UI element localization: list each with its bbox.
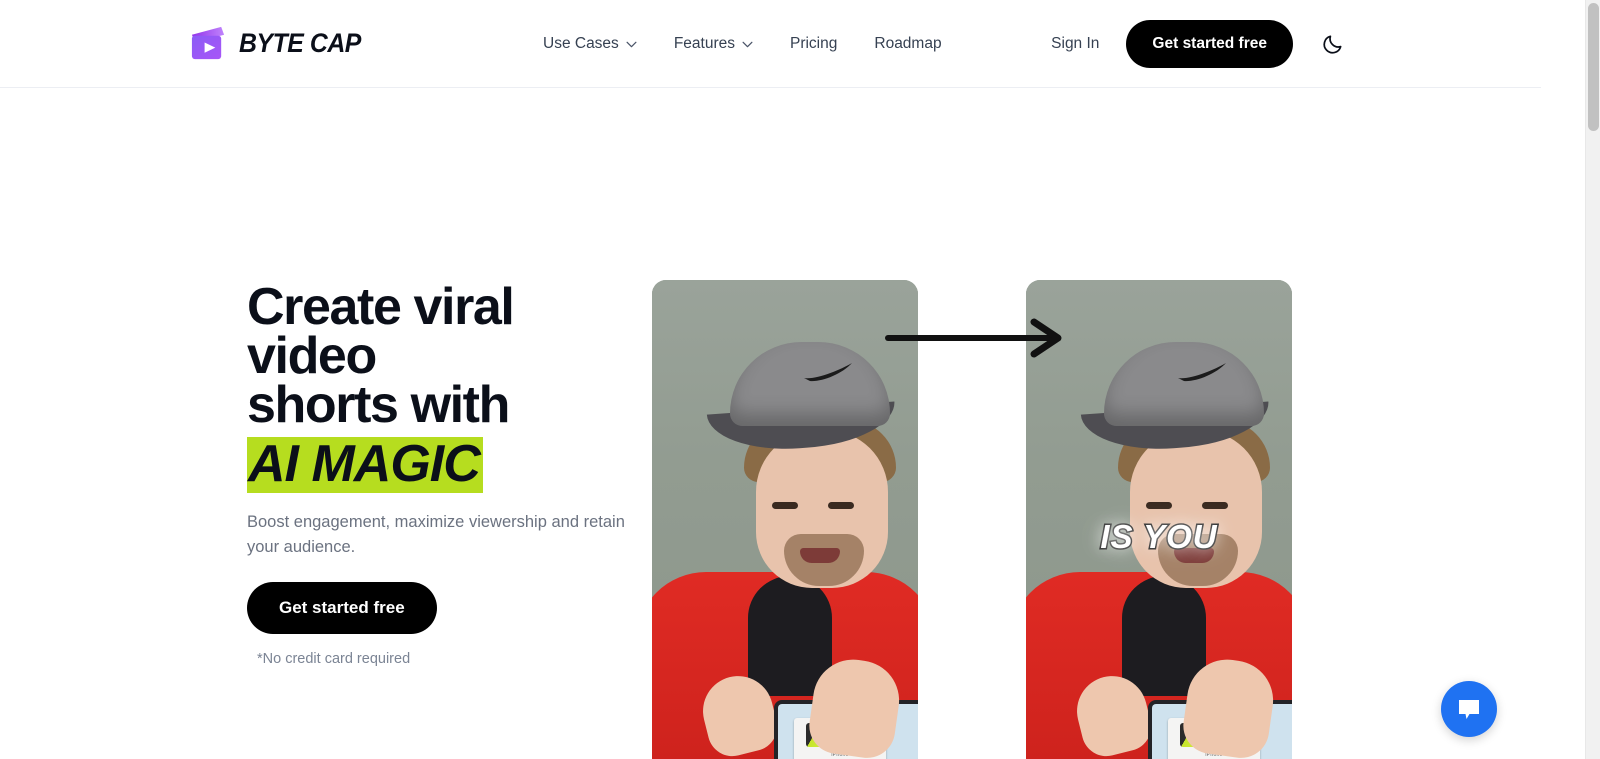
browser-viewport: BYTE CAP Use Cases Features Pricing Road… bbox=[0, 0, 1600, 759]
sign-in-link[interactable]: Sign In bbox=[1051, 35, 1099, 53]
swoosh-logo-icon bbox=[1178, 363, 1226, 382]
hero-title-highlight: AI MAGIC bbox=[247, 437, 483, 493]
scene-eye-right bbox=[828, 502, 854, 509]
scene-mouth bbox=[800, 548, 840, 563]
nav-item-features[interactable]: Features bbox=[674, 35, 753, 53]
nav-item-label: Pricing bbox=[789, 35, 838, 52]
nav-item-label: Use Cases bbox=[543, 35, 619, 52]
nav-item-pricing[interactable]: Pricing bbox=[790, 35, 837, 53]
chevron-down-icon bbox=[626, 41, 637, 47]
swoosh-logo-icon bbox=[804, 363, 852, 382]
hero-get-started-button[interactable]: Get started free bbox=[247, 582, 437, 634]
theme-toggle-button[interactable] bbox=[1315, 27, 1349, 61]
scrollbar-thumb[interactable] bbox=[1588, 3, 1599, 131]
header-actions: Sign In Get started free bbox=[1051, 0, 1349, 88]
page-title: Create viral video shorts with AI MAGIC bbox=[247, 281, 647, 493]
hero-subtitle: Boost engagement, maximize viewership an… bbox=[247, 513, 625, 556]
scene-eye-left bbox=[772, 502, 798, 509]
hero-section: Create viral video shorts with AI MAGIC … bbox=[0, 88, 1541, 759]
video-card-after[interactable]: iPhone IS YOU bbox=[1026, 280, 1292, 759]
hero-title-line-2: shorts with bbox=[247, 376, 510, 434]
video-frame: iPhone bbox=[652, 280, 918, 759]
scene-eye-left bbox=[1146, 502, 1172, 509]
nav-item-label: Roadmap bbox=[874, 35, 942, 52]
moon-icon bbox=[1322, 34, 1342, 54]
chevron-down-icon bbox=[742, 41, 753, 47]
video-card-before[interactable]: iPhone bbox=[652, 280, 918, 759]
video-frame: iPhone IS YOU bbox=[1026, 280, 1292, 759]
hero-title-highlight-wrap: AI MAGIC bbox=[247, 437, 647, 493]
site-header: BYTE CAP Use Cases Features Pricing Road… bbox=[0, 0, 1541, 88]
hero-media: iPhone iPhone IS YOU bbox=[652, 280, 1293, 759]
scene-eye-right bbox=[1202, 502, 1228, 509]
brand-name: BYTE CAP bbox=[239, 28, 361, 58]
hero-copy: Create viral video shorts with AI MAGIC … bbox=[247, 281, 647, 667]
nav-item-roadmap[interactable]: Roadmap bbox=[874, 35, 941, 53]
scene-face bbox=[1130, 430, 1262, 588]
brand-logo[interactable]: BYTE CAP bbox=[189, 24, 372, 63]
nav-item-label: Features bbox=[673, 35, 735, 52]
page-scrollbar[interactable] bbox=[1585, 0, 1600, 759]
hero-cta-note: *No credit card required bbox=[257, 651, 411, 667]
nav-item-use-cases[interactable]: Use Cases bbox=[543, 35, 637, 53]
chat-widget-button[interactable] bbox=[1441, 681, 1497, 737]
main-nav: Use Cases Features Pricing Roadmap bbox=[543, 0, 942, 88]
scene-face bbox=[756, 430, 888, 588]
page-content: BYTE CAP Use Cases Features Pricing Road… bbox=[0, 0, 1541, 759]
scene-mouth bbox=[1174, 548, 1214, 563]
header-get-started-button[interactable]: Get started free bbox=[1126, 20, 1293, 68]
clapperboard-play-icon bbox=[191, 26, 225, 60]
chat-bubble-icon bbox=[1459, 700, 1479, 719]
hero-title-line-1: Create viral video bbox=[247, 278, 515, 385]
